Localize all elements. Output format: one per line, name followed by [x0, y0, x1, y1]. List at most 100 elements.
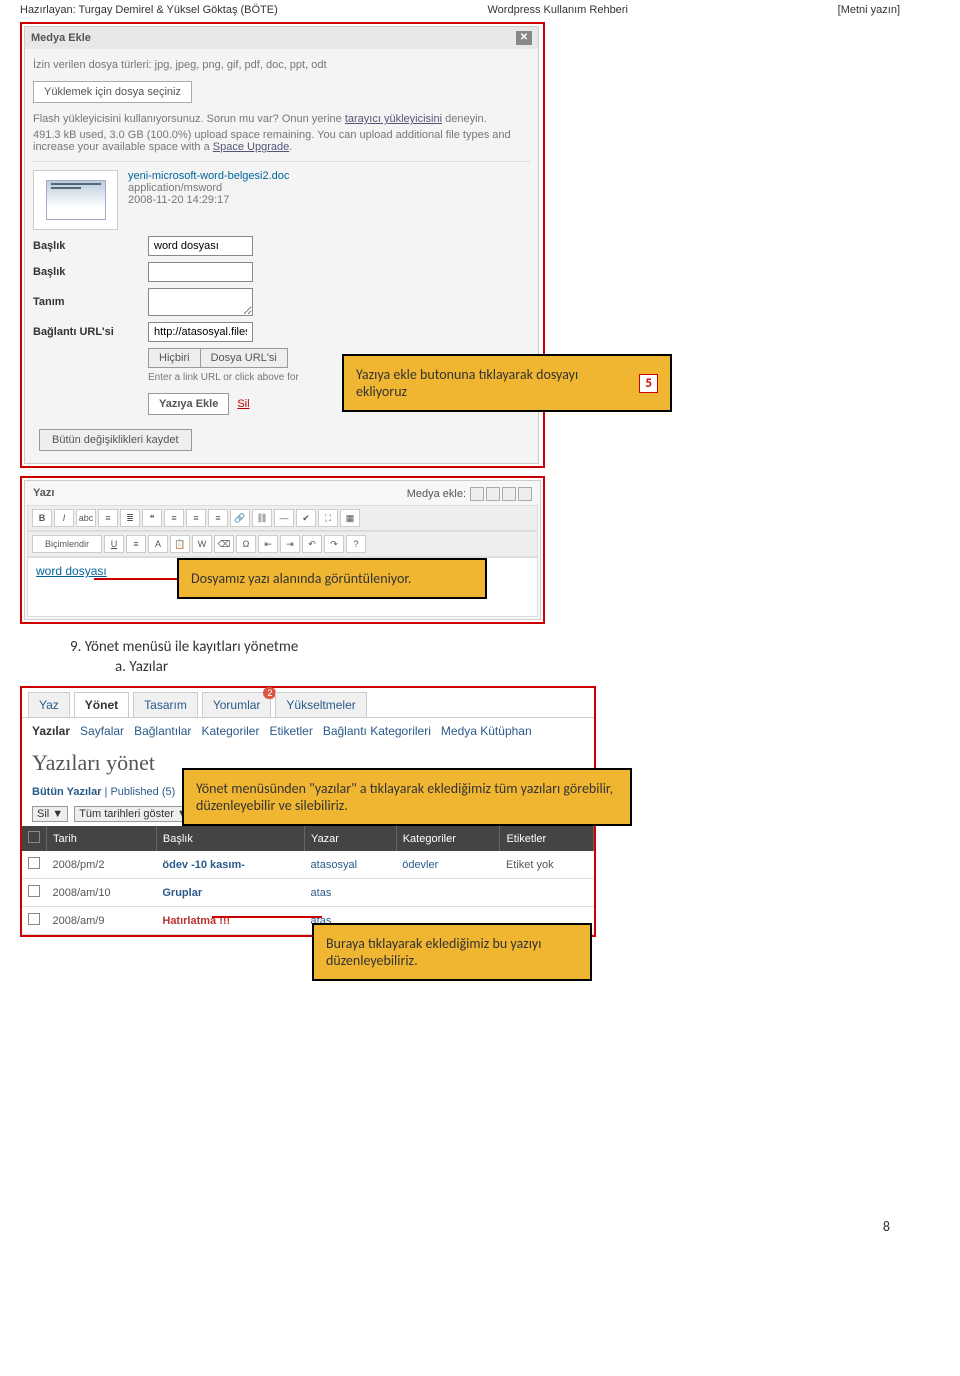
tab-yukseltmeler[interactable]: Yükseltmeler [275, 692, 366, 717]
unlink-icon[interactable]: ⛓ [252, 509, 272, 527]
justify-icon[interactable]: ≡ [126, 535, 146, 553]
subnav-baglantilar[interactable]: Bağlantılar [134, 724, 191, 738]
row-checkbox[interactable] [28, 857, 40, 869]
label-url: Bağlantı URL'si [33, 326, 148, 338]
textcolor-icon[interactable]: A [148, 535, 168, 553]
ol-icon[interactable]: ≣ [120, 509, 140, 527]
strike-icon[interactable]: abc [76, 509, 96, 527]
subnav-sayfalar[interactable]: Sayfalar [80, 724, 124, 738]
callout-text-2: Dosyamız yazı alanında görüntüleniyor. [191, 570, 411, 587]
inserted-file-link[interactable]: word dosyası [36, 564, 107, 578]
indent-icon[interactable]: ⇥ [280, 535, 300, 553]
dialog-title: Medya Ekle [31, 32, 91, 44]
format-select[interactable]: Biçimlendir [32, 535, 102, 553]
admin-tabs: Yaz Yönet Tasarım Yorumlar 2 Yükseltmele… [22, 688, 594, 718]
link-icon[interactable]: 🔗 [230, 509, 250, 527]
filter-all[interactable]: Bütün Yazılar [32, 786, 101, 798]
kitchen-sink-icon[interactable]: ▦ [340, 509, 360, 527]
italic-icon[interactable]: I [54, 509, 74, 527]
align-right-icon[interactable]: ≡ [208, 509, 228, 527]
th-kat[interactable]: Kategoriler [396, 826, 500, 851]
remove-format-icon[interactable]: ⌫ [214, 535, 234, 553]
add-media-icon[interactable] [518, 487, 532, 501]
insert-into-post-button[interactable]: Yazıya Ekle [148, 393, 229, 415]
tab-yorumlar[interactable]: Yorumlar 2 [202, 692, 272, 717]
add-image-icon[interactable] [470, 487, 484, 501]
quote-icon[interactable]: ❝ [142, 509, 162, 527]
tab-none[interactable]: Hiçbiri [148, 348, 201, 368]
spell-icon[interactable]: ✔ [296, 509, 316, 527]
screenshot-media-dialog: Medya Ekle ✕ İzin verilen dosya türleri:… [20, 22, 545, 468]
more-icon[interactable]: — [274, 509, 294, 527]
undo-icon[interactable]: ↶ [302, 535, 322, 553]
url-input[interactable] [148, 322, 253, 342]
choose-file-button[interactable]: Yüklemek için dosya seçiniz [33, 81, 192, 103]
tab-yaz[interactable]: Yaz [28, 692, 70, 717]
post-editor: Yazı Medya ekle: B I abc ≡ ≣ ❝ ≡ ≡ ≡ 🔗 [24, 480, 541, 620]
date-filter-select[interactable]: Tüm tarihleri göster ▼ [74, 806, 193, 822]
tab-tasarim[interactable]: Tasarım [133, 692, 198, 717]
cell-date: 2008/am/10 [47, 879, 157, 907]
admin-subnav: Yazılar Sayfalar Bağlantılar Kategoriler… [22, 718, 594, 744]
row-checkbox[interactable] [28, 885, 40, 897]
header-right: [Metni yazın] [838, 4, 900, 16]
file-info: yeni-microsoft-word-belgesi2.doc applica… [128, 170, 289, 206]
paste-word-icon[interactable]: W [192, 535, 212, 553]
align-left-icon[interactable]: ≡ [164, 509, 184, 527]
callout-visible: Dosyamız yazı alanında görüntüleniyor. [177, 558, 487, 599]
subnav-etiketler[interactable]: Etiketler [269, 724, 312, 738]
desc-input[interactable] [148, 288, 253, 316]
th-tarih[interactable]: Tarih [47, 826, 157, 851]
callout-insert: Yazıya ekle butonuna tıklayarak dosyayı … [342, 354, 672, 412]
post-title-link[interactable]: Gruplar [162, 887, 202, 899]
tab-file-url[interactable]: Dosya URL'si [200, 348, 288, 368]
browser-uploader-link[interactable]: tarayıcı yükleyicisini [345, 113, 442, 125]
delete-link[interactable]: Sil [237, 398, 249, 410]
redo-icon[interactable]: ↷ [324, 535, 344, 553]
space-upgrade-link[interactable]: Space Upgrade [213, 141, 289, 153]
save-all-button[interactable]: Bütün değişiklikleri kaydet [39, 429, 192, 451]
align-center-icon[interactable]: ≡ [186, 509, 206, 527]
subnav-yazilar[interactable]: Yazılar [32, 724, 70, 738]
fullscreen-icon[interactable]: ⛶ [318, 509, 338, 527]
symbol-icon[interactable]: Ω [236, 535, 256, 553]
filter-published[interactable]: | Published (5) [105, 786, 176, 798]
title-input-1[interactable] [148, 236, 253, 256]
cell-author: atas [305, 879, 397, 907]
bold-icon[interactable]: B [32, 509, 52, 527]
editor-toolbar-2: Biçimlendir U ≡ A 📋 W ⌫ Ω ⇤ ⇥ ↶ ↷ ? [27, 531, 538, 557]
subnav-mk[interactable]: Medya Kütüphan [441, 724, 532, 738]
row-checkbox[interactable] [28, 913, 40, 925]
th-baslik[interactable]: Başlık [156, 826, 304, 851]
section-heading: 9. Yönet menüsü ile kayıtları yönetme [70, 638, 940, 656]
callout-text-3: Yönet menüsünden "yazılar" a tıklayarak … [196, 780, 618, 814]
post-title-link[interactable]: ödev -10 kasım- [162, 859, 245, 871]
callout-text-4: Buraya tıklayarak eklediğimiz bu yazıyı … [326, 935, 578, 969]
subnav-bk[interactable]: Bağlantı Kategorileri [323, 724, 431, 738]
editor-tab-yazi[interactable]: Yazı [33, 487, 54, 501]
help-icon[interactable]: ? [346, 535, 366, 553]
tab-yonet[interactable]: Yönet [74, 692, 129, 717]
th-yazar[interactable]: Yazar [305, 826, 397, 851]
header-left: Hazırlayan: Turgay Demirel & Yüksel Gökt… [20, 4, 278, 16]
th-etk[interactable]: Etiketler [500, 826, 594, 851]
outdent-icon[interactable]: ⇤ [258, 535, 278, 553]
select-all-checkbox[interactable] [28, 831, 40, 843]
table-row: 2008/pm/2 ödev -10 kasım- atasosyal ödev… [22, 851, 594, 879]
file-mime: application/msword [128, 182, 289, 194]
bulk-action-select[interactable]: Sil ▼ [32, 806, 68, 822]
add-audio-icon[interactable] [502, 487, 516, 501]
add-video-icon[interactable] [486, 487, 500, 501]
header-center: Wordpress Kullanım Rehberi [488, 4, 628, 16]
section-sub: a. Yazılar [115, 658, 940, 676]
underline-icon[interactable]: U [104, 535, 124, 553]
cell-cat: ödevler [396, 851, 500, 879]
flash-note: Flash yükleyicisini kullanıyorsunuz. Sor… [33, 113, 530, 125]
title-input-2[interactable] [148, 262, 253, 282]
cell-author: atasosyal [305, 851, 397, 879]
subnav-kategoriler[interactable]: Kategoriler [201, 724, 259, 738]
close-icon[interactable]: ✕ [516, 31, 532, 45]
paste-text-icon[interactable]: 📋 [170, 535, 190, 553]
ul-icon[interactable]: ≡ [98, 509, 118, 527]
file-date: 2008-11-20 14:29:17 [128, 194, 289, 206]
